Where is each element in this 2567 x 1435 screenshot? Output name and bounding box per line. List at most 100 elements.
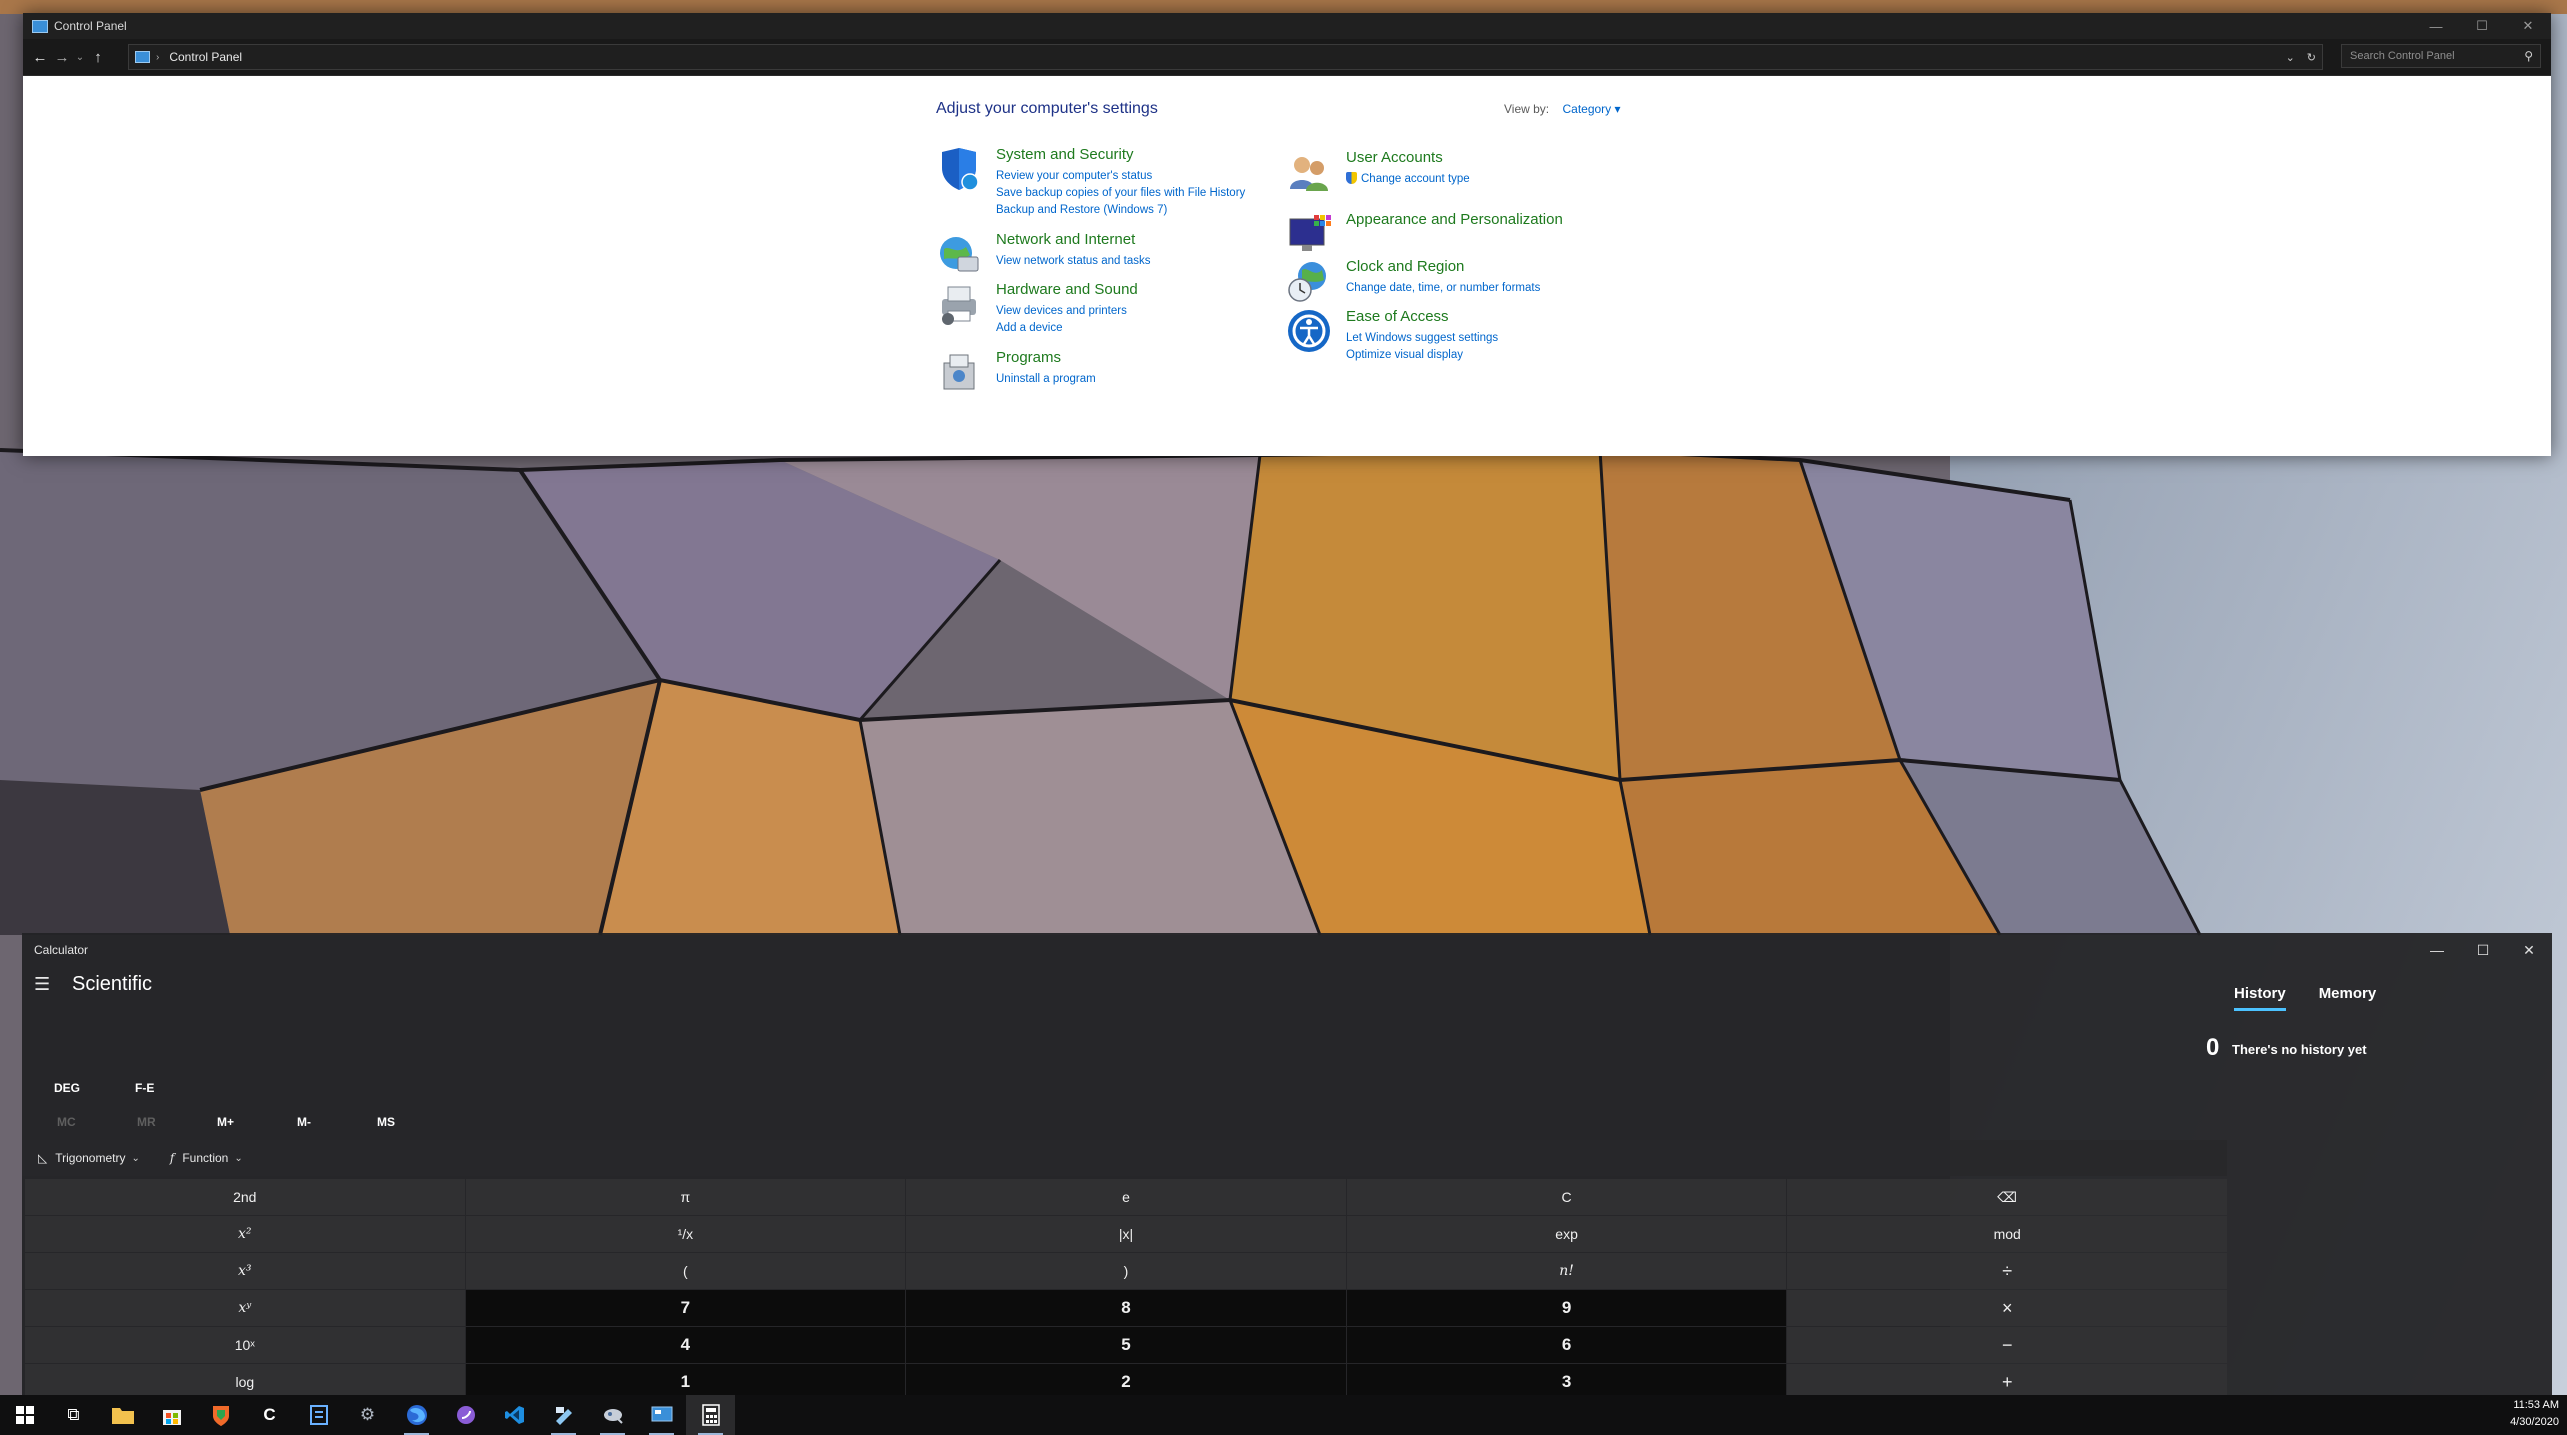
refresh-icon[interactable]: ↻ bbox=[2307, 51, 2316, 64]
key-e[interactable]: e bbox=[906, 1179, 1346, 1215]
key-backspace-icon[interactable]: ⌫ bbox=[1787, 1179, 2227, 1215]
link-optimize-visual-display[interactable]: Optimize visual display bbox=[1346, 347, 1498, 364]
up-arrow-icon[interactable]: ↑ bbox=[87, 49, 109, 66]
key-6[interactable]: 6 bbox=[1346, 1327, 1787, 1363]
file-explorer-icon[interactable] bbox=[98, 1395, 147, 1435]
key-4[interactable]: 4 bbox=[465, 1327, 906, 1363]
address-dropdown-chevron-icon[interactable]: ⌄ bbox=[2286, 51, 2295, 64]
key-reciprocal[interactable]: ¹/x bbox=[465, 1216, 906, 1252]
firefox-icon[interactable] bbox=[392, 1395, 441, 1435]
monitor-palette-icon[interactable] bbox=[1286, 211, 1332, 257]
key-8[interactable]: 8 bbox=[906, 1290, 1346, 1326]
back-arrow-icon[interactable]: ← bbox=[29, 49, 51, 66]
link-backup-restore[interactable]: Backup and Restore (Windows 7) bbox=[996, 202, 1245, 219]
key-open-paren[interactable]: ( bbox=[465, 1253, 906, 1289]
key-multiply[interactable]: × bbox=[1787, 1290, 2227, 1326]
windows-start-icon[interactable] bbox=[0, 1395, 49, 1435]
calc-close-button[interactable]: ✕ bbox=[2506, 933, 2552, 967]
forward-arrow-icon[interactable]: → bbox=[51, 49, 73, 66]
task-view-icon[interactable]: ⧉ bbox=[49, 1395, 98, 1435]
key-square[interactable]: x² bbox=[25, 1216, 465, 1252]
shield-icon[interactable] bbox=[936, 146, 982, 192]
link-file-history[interactable]: Save backup copies of your files with Fi… bbox=[996, 185, 1245, 202]
key-factorial-label: n! bbox=[1559, 1263, 1574, 1279]
key-9[interactable]: 9 bbox=[1346, 1290, 1787, 1326]
tab-history[interactable]: History bbox=[2234, 985, 2286, 1011]
link-network-status[interactable]: View network status and tasks bbox=[996, 253, 1150, 270]
key-close-paren[interactable]: ) bbox=[906, 1253, 1346, 1289]
link-review-status[interactable]: Review your computer's status bbox=[996, 168, 1245, 185]
key-absolute[interactable]: |x| bbox=[906, 1216, 1346, 1252]
control-panel-icon[interactable] bbox=[637, 1395, 686, 1435]
link-change-date-time[interactable]: Change date, time, or number formats bbox=[1346, 280, 1540, 297]
calc-maximize-button[interactable]: ☐ bbox=[2460, 933, 2506, 967]
trigonometry-dropdown[interactable]: ◺ Trigonometry ⌄ bbox=[38, 1151, 140, 1165]
printer-icon[interactable] bbox=[936, 281, 982, 327]
link-devices-printers[interactable]: View devices and printers bbox=[996, 303, 1127, 320]
notepad-icon[interactable] bbox=[294, 1395, 343, 1435]
category-title[interactable]: Clock and Region bbox=[1346, 258, 1464, 275]
tool-icon[interactable] bbox=[588, 1395, 637, 1435]
key-cube[interactable]: x³ bbox=[25, 1253, 465, 1289]
category-title[interactable]: System and Security bbox=[996, 146, 1134, 163]
programs-box-icon[interactable] bbox=[936, 349, 982, 395]
key-mod[interactable]: mod bbox=[1787, 1216, 2227, 1252]
control-panel-titlebar[interactable]: Control Panel — ☐ ✕ bbox=[23, 13, 2551, 39]
tab-memory[interactable]: Memory bbox=[2319, 985, 2377, 1011]
clock-globe-icon[interactable] bbox=[1286, 258, 1332, 304]
key-second[interactable]: 2nd bbox=[25, 1179, 465, 1215]
search-icon[interactable]: ⚲ bbox=[2524, 49, 2533, 63]
app-purple-icon[interactable] bbox=[441, 1395, 490, 1435]
memory-subtract-button[interactable]: M- bbox=[297, 1115, 377, 1129]
key-7[interactable]: 7 bbox=[465, 1290, 906, 1326]
recent-locations-chevron-icon[interactable]: ⌄ bbox=[73, 52, 87, 63]
key-clear[interactable]: C bbox=[1346, 1179, 1787, 1215]
settings-gear-icon[interactable]: ⚙ bbox=[343, 1395, 392, 1435]
category-title[interactable]: Ease of Access bbox=[1346, 308, 1449, 325]
view-by: View by: Category ▾ bbox=[1504, 102, 1621, 116]
calculator-icon[interactable] bbox=[686, 1395, 735, 1435]
hamburger-menu-icon[interactable]: ☰ bbox=[34, 974, 54, 995]
search-input[interactable]: Search Control Panel ⚲ bbox=[2341, 44, 2541, 68]
vscode-icon[interactable] bbox=[490, 1395, 539, 1435]
key-exp[interactable]: exp bbox=[1346, 1216, 1787, 1252]
category-title[interactable]: Hardware and Sound bbox=[996, 281, 1138, 298]
users-icon[interactable] bbox=[1286, 149, 1332, 195]
taskbar-clock[interactable]: 11:53 AM 4/30/2020 bbox=[2510, 1397, 2559, 1431]
brave-icon[interactable] bbox=[196, 1395, 245, 1435]
category-title[interactable]: Appearance and Personalization bbox=[1346, 211, 1563, 228]
fe-toggle-button[interactable]: F-E bbox=[135, 1081, 154, 1095]
angle-unit-button[interactable]: DEG bbox=[54, 1081, 80, 1095]
category-title[interactable]: Network and Internet bbox=[996, 231, 1135, 248]
paint-icon[interactable] bbox=[539, 1395, 588, 1435]
memory-add-button[interactable]: M+ bbox=[217, 1115, 297, 1129]
key-subtract[interactable]: − bbox=[1787, 1327, 2227, 1363]
calculator-titlebar[interactable]: Calculator — ☐ ✕ bbox=[22, 933, 2552, 967]
key-factorial[interactable]: n! bbox=[1346, 1253, 1787, 1289]
key-power[interactable]: xʸ bbox=[25, 1290, 465, 1326]
category-title[interactable]: User Accounts bbox=[1346, 149, 1443, 166]
address-bar[interactable]: › Control Panel ⌄ ↻ bbox=[128, 44, 2323, 70]
maximize-button[interactable]: ☐ bbox=[2459, 13, 2505, 39]
key-divide[interactable]: ÷ bbox=[1787, 1253, 2227, 1289]
minimize-button[interactable]: — bbox=[2413, 13, 2459, 39]
function-dropdown[interactable]: f Function ⌄ bbox=[170, 1151, 243, 1165]
breadcrumb-control-panel[interactable]: Control Panel bbox=[169, 50, 242, 64]
calc-minimize-button[interactable]: — bbox=[2414, 933, 2460, 967]
close-button[interactable]: ✕ bbox=[2505, 13, 2551, 39]
view-by-dropdown[interactable]: Category ▾ bbox=[1562, 102, 1620, 116]
category-title[interactable]: Programs bbox=[996, 349, 1061, 366]
link-add-device[interactable]: Add a device bbox=[996, 320, 1127, 337]
memory-store-button[interactable]: MS bbox=[377, 1115, 457, 1129]
ccleaner-icon[interactable]: C bbox=[245, 1395, 294, 1435]
network-globe-icon[interactable] bbox=[936, 231, 982, 277]
link-change-account-type[interactable]: Change account type bbox=[1346, 171, 1470, 188]
link-windows-suggest-settings[interactable]: Let Windows suggest settings bbox=[1346, 330, 1498, 347]
link-uninstall-program[interactable]: Uninstall a program bbox=[996, 371, 1096, 388]
ease-of-access-icon[interactable] bbox=[1286, 308, 1332, 354]
key-5[interactable]: 5 bbox=[906, 1327, 1346, 1363]
chevron-down-icon: ⌄ bbox=[131, 1152, 140, 1164]
key-pi[interactable]: π bbox=[465, 1179, 906, 1215]
key-ten-power[interactable]: 10ˣ bbox=[25, 1327, 465, 1363]
store-icon[interactable] bbox=[147, 1395, 196, 1435]
